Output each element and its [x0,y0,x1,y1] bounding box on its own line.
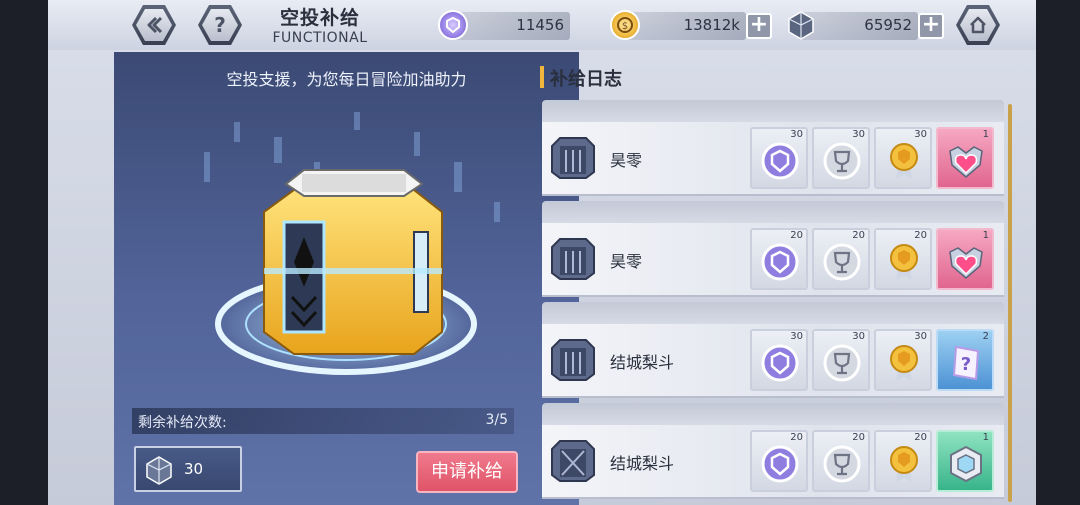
game-screen: ? 空投补给 FUNCTIONAL 11456 13812k $ + 65952… [48,0,1036,505]
reward-slot-silver-trophy[interactable]: 20 [812,228,870,290]
crate-avatar-icon [551,137,595,179]
svg-text:$: $ [622,21,628,32]
gold-medal-icon [890,446,918,482]
remaining-supply-bar: 剩余补给次数: 3/5 [132,408,514,434]
remaining-supply-label: 剩余补给次数: [138,415,227,431]
supply-crate-illustration [204,112,500,375]
silver-hex-nut-icon [950,445,982,483]
airdrop-description: 空投支援，为您每日冒险加油助力 [226,70,467,89]
reward-slot-pink-heart-emblem[interactable]: 1 [936,228,994,290]
gem-cube-icon [146,456,172,485]
resource-gold-coin: 13812k [622,12,746,40]
silver-trophy-icon [823,445,861,483]
back-arrow-icon [136,9,172,41]
reward-slot-pink-heart-emblem[interactable]: 1 [936,127,994,189]
reward-slot-silver-trophy[interactable]: 20 [812,430,870,492]
add-gem-button[interactable]: + [918,13,944,39]
airdrop-panel: 空投支援，为您每日冒险加油助力 剩余补给次数: 3/5 30 申请补给 [114,52,579,505]
purple-coin-icon [438,10,468,40]
silver-trophy-icon [823,243,861,281]
resource-purple-coin: 11456 [450,12,570,40]
add-gold-button[interactable]: + [746,13,772,39]
gold-medal-icon [890,244,918,280]
help-icon: ? [202,9,238,41]
help-button[interactable]: ? [198,5,242,45]
log-player-name: 结城梨斗 [610,353,675,372]
reward-slot-silver-hex-nut[interactable]: 1 [936,430,994,492]
reward-slot-gold-medal[interactable]: 30 [874,127,932,189]
reward-slot-purple-coin[interactable]: 30 [750,127,808,189]
silver-trophy-icon [823,344,861,382]
purple-coin-count: 11456 [516,16,564,34]
purple-coin-icon [761,445,799,483]
reward-slot-gold-medal[interactable]: 20 [874,228,932,290]
gold-coin-icon: $ [610,10,640,40]
log-row: 结城梨斗 30 30 30 2 ? [542,302,1004,398]
reward-slot-purple-coin[interactable]: 20 [750,228,808,290]
purple-coin-icon [761,142,799,180]
log-player-name: 昊零 [610,151,643,170]
gold-coin-count: 13812k [683,16,740,34]
crate-avatar-icon [551,440,595,482]
reward-slot-purple-coin[interactable]: 20 [750,430,808,492]
supply-cost-box: 30 [134,446,242,492]
crate-avatar-icon [551,238,595,280]
home-button[interactable] [956,5,1000,45]
page-subtitle: FUNCTIONAL [272,30,368,46]
gem-cube-icon [786,10,816,40]
purple-coin-icon [761,243,799,281]
remaining-supply-value: 3/5 [485,412,508,428]
log-player-name: 结城梨斗 [610,454,675,473]
back-button[interactable] [132,5,176,45]
title-accent-bar [540,66,544,88]
supply-log-title: 补给日志 [550,69,622,90]
gold-medal-icon [890,143,918,179]
supply-cost-value: 30 [184,460,204,478]
apply-supply-button[interactable]: 申请补给 [416,451,518,493]
log-player-name: 昊零 [610,252,643,271]
crate-avatar-icon [551,339,595,381]
log-row: 昊零 20 20 20 1 [542,201,1004,297]
purple-coin-icon [761,344,799,382]
log-row: 昊零 30 30 30 1 [542,100,1004,196]
top-bar: ? 空投补给 FUNCTIONAL 11456 13812k $ + 65952… [48,0,1036,50]
supply-log-list[interactable]: 昊零 30 30 30 1 昊零 20 20 20 1 结城梨斗 30 30 3… [542,100,1008,505]
page-title-block: 空投补给 FUNCTIONAL [270,3,370,46]
reward-slot-silver-trophy[interactable]: 30 [812,329,870,391]
reward-slot-mystery-card[interactable]: 2 ? [936,329,994,391]
reward-slot-gold-medal[interactable]: 30 [874,329,932,391]
supply-log-header: 补给日志 [538,62,1008,92]
resource-gem: 65952 [798,12,918,40]
reward-slot-gold-medal[interactable]: 20 [874,430,932,492]
svg-text:?: ? [961,354,971,375]
pink-heart-emblem-icon [949,146,983,178]
reward-slot-silver-trophy[interactable]: 30 [812,127,870,189]
home-icon [960,9,996,41]
silver-trophy-icon [823,142,861,180]
pink-heart-emblem-icon [949,247,983,279]
mystery-card-icon: ? [952,345,980,381]
log-row: 结城梨斗 20 20 20 1 [542,403,1004,499]
gold-medal-icon [890,345,918,381]
page-title: 空投补给 [279,7,360,29]
reward-slot-purple-coin[interactable]: 30 [750,329,808,391]
gem-count: 65952 [864,16,912,34]
supply-log-scrollbar[interactable] [1008,104,1012,502]
